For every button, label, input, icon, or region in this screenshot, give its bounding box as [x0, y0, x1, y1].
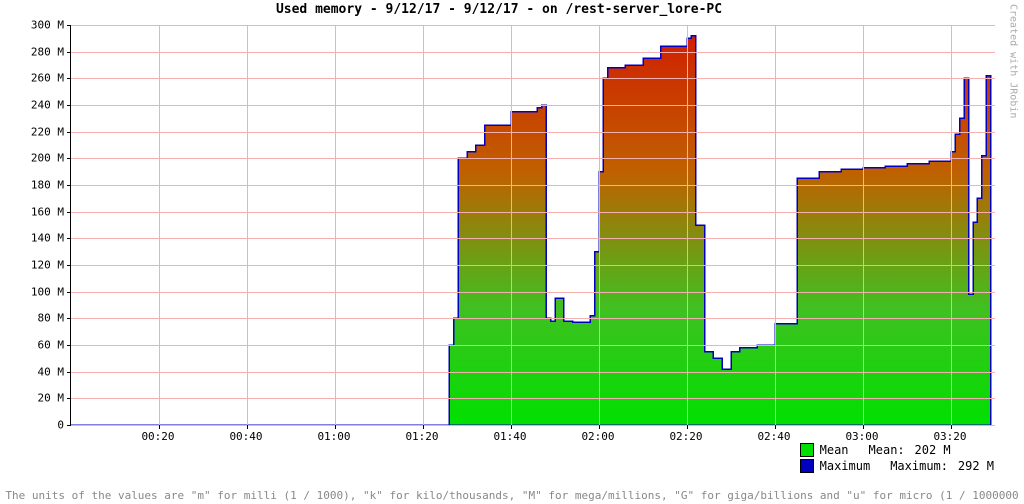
- y-tick: 60 M: [4, 339, 64, 352]
- x-tick: 02:00: [581, 430, 614, 443]
- chart-svg: [71, 25, 995, 425]
- x-tick: 02:20: [669, 430, 702, 443]
- x-tick: 00:40: [229, 430, 262, 443]
- y-tick: 260 M: [4, 72, 64, 85]
- x-tick: 02:40: [757, 430, 790, 443]
- legend-row-mean: Mean Mean: 202 M: [800, 442, 994, 458]
- y-tick: 220 M: [4, 125, 64, 138]
- y-tick: 100 M: [4, 285, 64, 298]
- y-tick: 240 M: [4, 99, 64, 112]
- legend-label-max: Maximum:: [890, 459, 948, 473]
- x-tick: 03:20: [933, 430, 966, 443]
- legend-swatch-max: [800, 459, 814, 473]
- plot-area: [70, 25, 995, 426]
- legend-value-max: 292 M: [954, 459, 994, 473]
- watermark: Created with JRobin: [1002, 0, 1024, 504]
- y-tick: 200 M: [4, 152, 64, 165]
- legend: Mean Mean: 202 M Maximum Maximum: 292 M: [800, 442, 994, 474]
- y-tick: 180 M: [4, 179, 64, 192]
- y-tick: 20 M: [4, 392, 64, 405]
- x-tick: 03:00: [845, 430, 878, 443]
- y-tick: 280 M: [4, 45, 64, 58]
- x-tick: 01:40: [493, 430, 526, 443]
- legend-name-mean: Mean: [820, 443, 849, 457]
- y-tick: 160 M: [4, 205, 64, 218]
- footer-note: The units of the values are "m" for mill…: [0, 489, 1024, 502]
- y-tick: 300 M: [4, 19, 64, 32]
- x-tick: 00:20: [141, 430, 174, 443]
- y-tick: 40 M: [4, 365, 64, 378]
- legend-swatch-mean: [800, 443, 814, 457]
- y-tick: 140 M: [4, 232, 64, 245]
- watermark-text: Created with JRobin: [1008, 0, 1019, 118]
- legend-row-max: Maximum Maximum: 292 M: [800, 458, 994, 474]
- legend-name-max: Maximum: [820, 459, 871, 473]
- area-fill: [71, 36, 991, 425]
- legend-value-mean: 202 M: [911, 443, 951, 457]
- x-tick: 01:20: [405, 430, 438, 443]
- x-tick: 01:00: [317, 430, 350, 443]
- y-tick: 120 M: [4, 259, 64, 272]
- y-tick: 80 M: [4, 312, 64, 325]
- y-tick: 0: [4, 419, 64, 432]
- chart-title: Used memory - 9/12/17 - 9/12/17 - on /re…: [0, 2, 998, 17]
- legend-label-mean: Mean:: [869, 443, 905, 457]
